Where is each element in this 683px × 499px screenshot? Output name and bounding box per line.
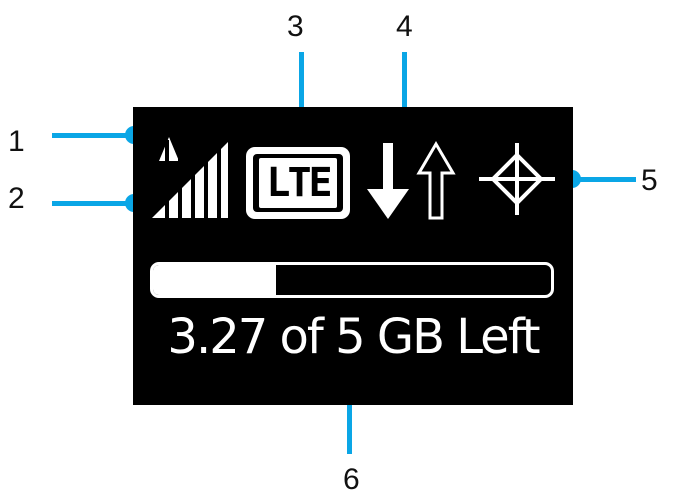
callout-number-4: 4 — [396, 10, 413, 43]
device-display-diagram: 1 2 3 4 5 6 LTE 3.27 of 5 GB Left — [0, 0, 683, 499]
download-arrow-icon — [367, 143, 409, 219]
lte-badge-icon: LTE — [246, 147, 350, 219]
lte-badge-panel: LTE — [259, 158, 337, 208]
callout-number-5: 5 — [641, 164, 658, 197]
lcd-screen: LTE 3.27 of 5 GB Left — [133, 107, 573, 405]
leader-line-5 — [572, 177, 636, 182]
callout-number-3: 3 — [287, 10, 304, 43]
data-remaining-text: 3.27 of 5 GB Left — [167, 309, 540, 365]
callout-number-1: 1 — [8, 125, 25, 158]
data-usage-bar — [150, 262, 554, 298]
callout-number-6: 6 — [343, 463, 360, 496]
gps-crosshair-icon — [479, 143, 555, 215]
lte-badge-inner: LTE — [253, 154, 343, 212]
upload-arrow-icon — [416, 141, 456, 220]
callout-number-2: 2 — [8, 182, 25, 215]
signal-strength-icon — [152, 140, 228, 220]
lte-badge-label: LTE — [266, 160, 332, 206]
leader-line-2 — [52, 201, 132, 206]
data-usage-bar-fill — [153, 265, 277, 295]
leader-line-1 — [52, 133, 132, 138]
